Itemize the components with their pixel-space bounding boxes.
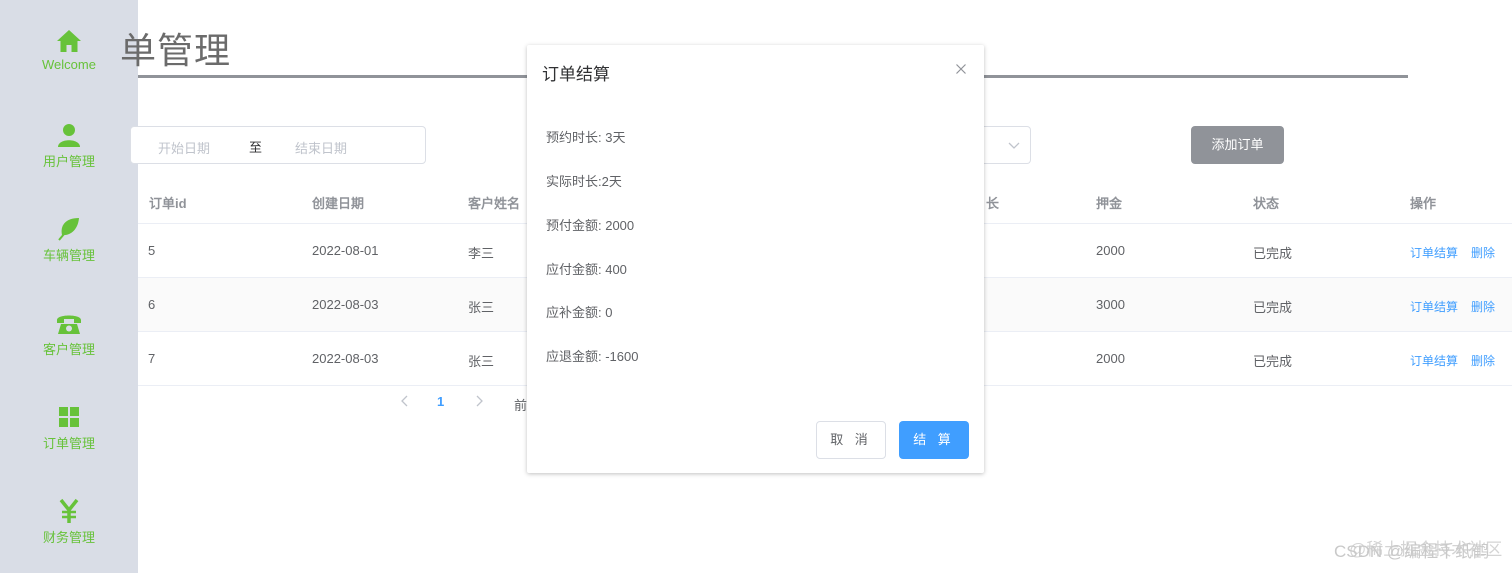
- sidebar-item-finance[interactable]: 财务管理: [0, 498, 138, 568]
- date-start-input[interactable]: 开始日期: [158, 138, 210, 157]
- settle-order-dialog: 订单结算 预约时长: 3天 实际时长:2天 预付金额: 2000 应付金额: 4…: [527, 45, 984, 473]
- date-range-picker[interactable]: 开始日期 至 结束日期: [130, 126, 426, 164]
- delete-link[interactable]: 删除: [1471, 298, 1495, 315]
- cell-customer-name: 张三: [468, 300, 495, 315]
- date-separator: 至: [249, 140, 263, 155]
- yen-icon: [59, 498, 79, 523]
- leaf-icon: [58, 218, 79, 241]
- user-icon: [58, 124, 80, 147]
- date-end-input[interactable]: 结束日期: [295, 138, 347, 157]
- sidebar: Welcome 用户管理 车辆管理 客户管理 订单管理 财务管理: [0, 0, 138, 573]
- cell-created-date: 2022-08-03: [312, 297, 379, 312]
- sidebar-item-label: 车辆管理: [42, 248, 95, 263]
- sidebar-item-label: 客户管理: [42, 342, 95, 357]
- header-duration: 长: [986, 196, 1000, 211]
- page-title: 单管理: [120, 30, 232, 71]
- sidebar-item-welcome[interactable]: Welcome: [0, 28, 138, 98]
- cell-status: 已完成: [1253, 354, 1293, 369]
- cell-order-id: 7: [148, 351, 156, 366]
- watermark-csdn: CSDN @编程千纸鹤: [1334, 542, 1490, 561]
- settle-order-link[interactable]: 订单结算: [1410, 298, 1458, 315]
- cell-deposit: 3000: [1096, 297, 1125, 312]
- cell-status: 已完成: [1253, 246, 1293, 261]
- dialog-line-actual-duration: 实际时长:2天: [546, 174, 622, 189]
- delete-link[interactable]: 删除: [1471, 244, 1495, 261]
- cell-order-id: 6: [148, 297, 156, 312]
- dialog-title: 订单结算: [542, 65, 610, 84]
- add-order-button[interactable]: 添加订单: [1191, 126, 1284, 164]
- delete-link[interactable]: 删除: [1471, 352, 1495, 369]
- sidebar-item-orders[interactable]: 订单管理: [0, 404, 138, 474]
- cell-deposit: 2000: [1096, 351, 1125, 366]
- sidebar-item-label: 订单管理: [42, 436, 95, 451]
- header-customer-name: 客户姓名: [468, 196, 521, 211]
- phone-icon: [57, 315, 81, 334]
- cell-status: 已完成: [1253, 300, 1293, 315]
- pager-prev-icon[interactable]: [398, 393, 412, 409]
- dialog-line-prepaid: 预付金额: 2000: [546, 218, 635, 233]
- cell-order-id: 5: [148, 243, 156, 258]
- pager-next-icon[interactable]: [472, 393, 486, 409]
- sidebar-item-customers[interactable]: 客户管理: [0, 310, 138, 380]
- grid-icon: [59, 407, 79, 427]
- pager-goto-label: 前: [514, 398, 528, 413]
- settle-order-link[interactable]: 订单结算: [1410, 352, 1458, 369]
- cell-customer-name: 李三: [468, 246, 495, 261]
- cell-customer-name: 张三: [468, 354, 495, 369]
- header-status: 状态: [1253, 196, 1280, 211]
- settle-button[interactable]: 结 算: [899, 421, 969, 459]
- header-order-id: 订单id: [149, 196, 187, 211]
- sidebar-item-users[interactable]: 用户管理: [0, 122, 138, 192]
- dialog-line-payable: 应付金额: 400: [546, 262, 627, 277]
- sidebar-item-label: 用户管理: [42, 154, 95, 169]
- sidebar-item-label: 财务管理: [42, 530, 95, 545]
- header-created-date: 创建日期: [312, 196, 365, 211]
- cell-created-date: 2022-08-01: [312, 243, 379, 258]
- cell-created-date: 2022-08-03: [312, 351, 379, 366]
- close-icon[interactable]: [955, 63, 967, 75]
- dialog-line-supplement: 应补金额: 0: [546, 305, 613, 320]
- dialog-line-refund: 应退金额: -1600: [546, 349, 639, 364]
- sidebar-item-vehicles[interactable]: 车辆管理: [0, 216, 138, 286]
- cell-deposit: 2000: [1096, 243, 1125, 258]
- dialog-line-reserved-duration: 预约时长: 3天: [546, 130, 626, 145]
- chevron-down-icon: [1008, 142, 1020, 149]
- sidebar-item-label: Welcome: [42, 57, 96, 72]
- header-deposit: 押金: [1096, 196, 1123, 211]
- cancel-button[interactable]: 取 消: [816, 421, 886, 459]
- pager-page-number[interactable]: 1: [437, 394, 444, 409]
- header-actions: 操作: [1410, 196, 1437, 211]
- settle-order-link[interactable]: 订单结算: [1410, 244, 1458, 261]
- home-icon: [57, 30, 81, 52]
